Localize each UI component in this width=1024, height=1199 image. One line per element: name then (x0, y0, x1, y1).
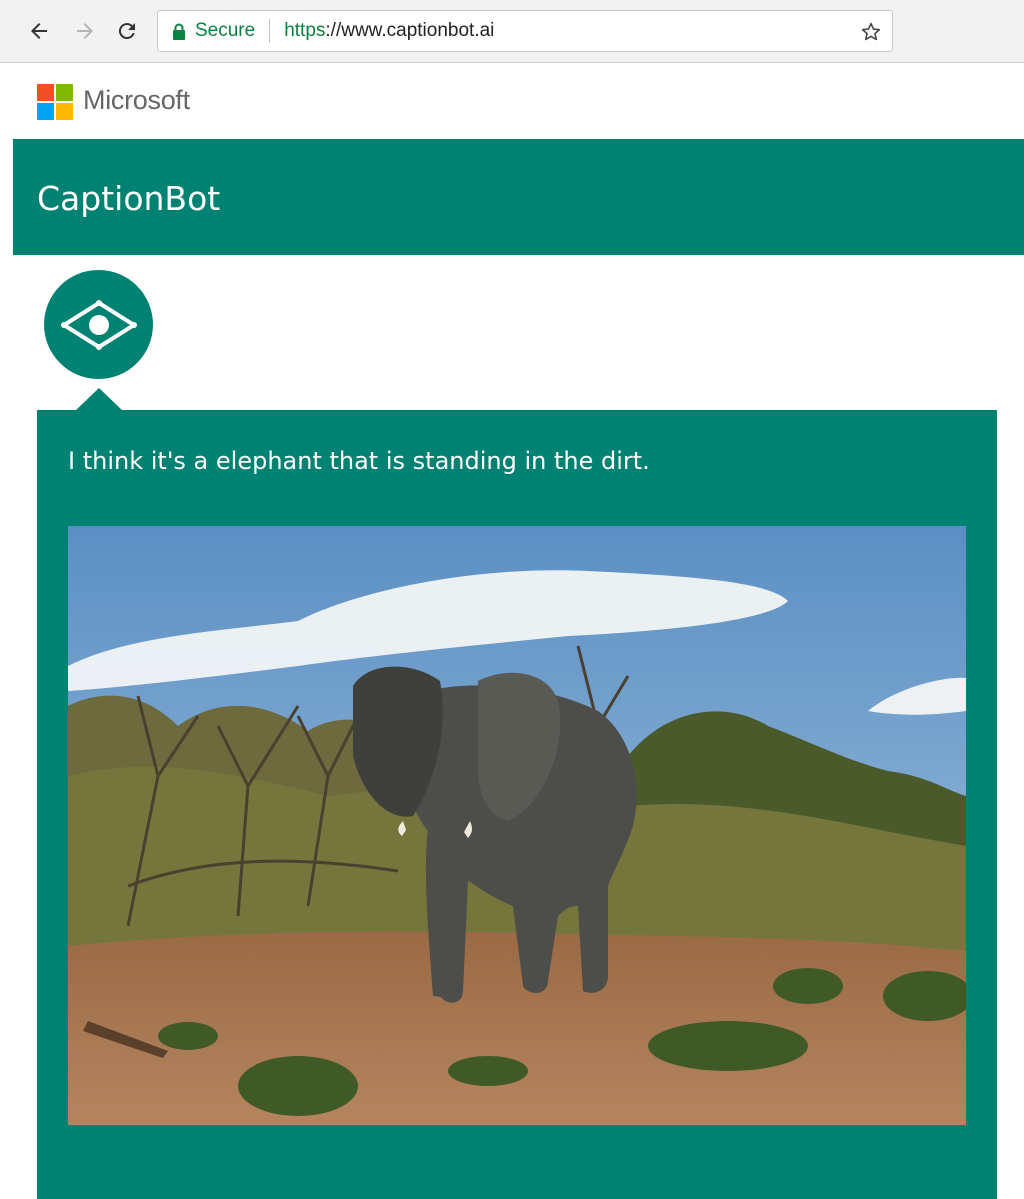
app-title: CaptionBot (37, 179, 221, 218)
url-scheme: https (284, 20, 326, 41)
back-icon[interactable] (24, 14, 54, 48)
logo-blue-square (37, 103, 54, 120)
address-separator (269, 19, 271, 43)
page-content: Microsoft CaptionBot I think it's a elep… (13, 63, 1024, 1199)
lock-icon (172, 23, 186, 40)
speech-pointer (75, 388, 123, 411)
uploaded-photo (68, 526, 966, 1125)
microsoft-logo-icon[interactable] (37, 84, 73, 120)
logo-yellow-square (56, 103, 73, 120)
caption-text: I think it's a elephant that is standing… (68, 447, 650, 475)
elephant-image (68, 526, 966, 1125)
url-text[interactable]: https://www.captionbot.ai (284, 20, 494, 42)
result-card: I think it's a elephant that is standing… (37, 410, 997, 1199)
logo-red-square (37, 84, 54, 101)
star-icon[interactable] (858, 19, 884, 45)
secure-label: Secure (195, 20, 256, 41)
forward-icon[interactable] (70, 14, 100, 48)
reload-icon[interactable] (112, 14, 142, 48)
browser-toolbar: Secure https://www.captionbot.ai (0, 0, 1024, 63)
bot-avatar (44, 270, 153, 379)
logo-green-square (56, 84, 73, 101)
microsoft-header: Microsoft (13, 63, 1024, 139)
url-host: ://www.captionbot.ai (325, 20, 495, 41)
app-banner: CaptionBot (13, 139, 1024, 255)
eye-icon (60, 299, 137, 350)
brand-name[interactable]: Microsoft (83, 85, 190, 116)
address-bar[interactable]: Secure https://www.captionbot.ai (157, 10, 893, 52)
